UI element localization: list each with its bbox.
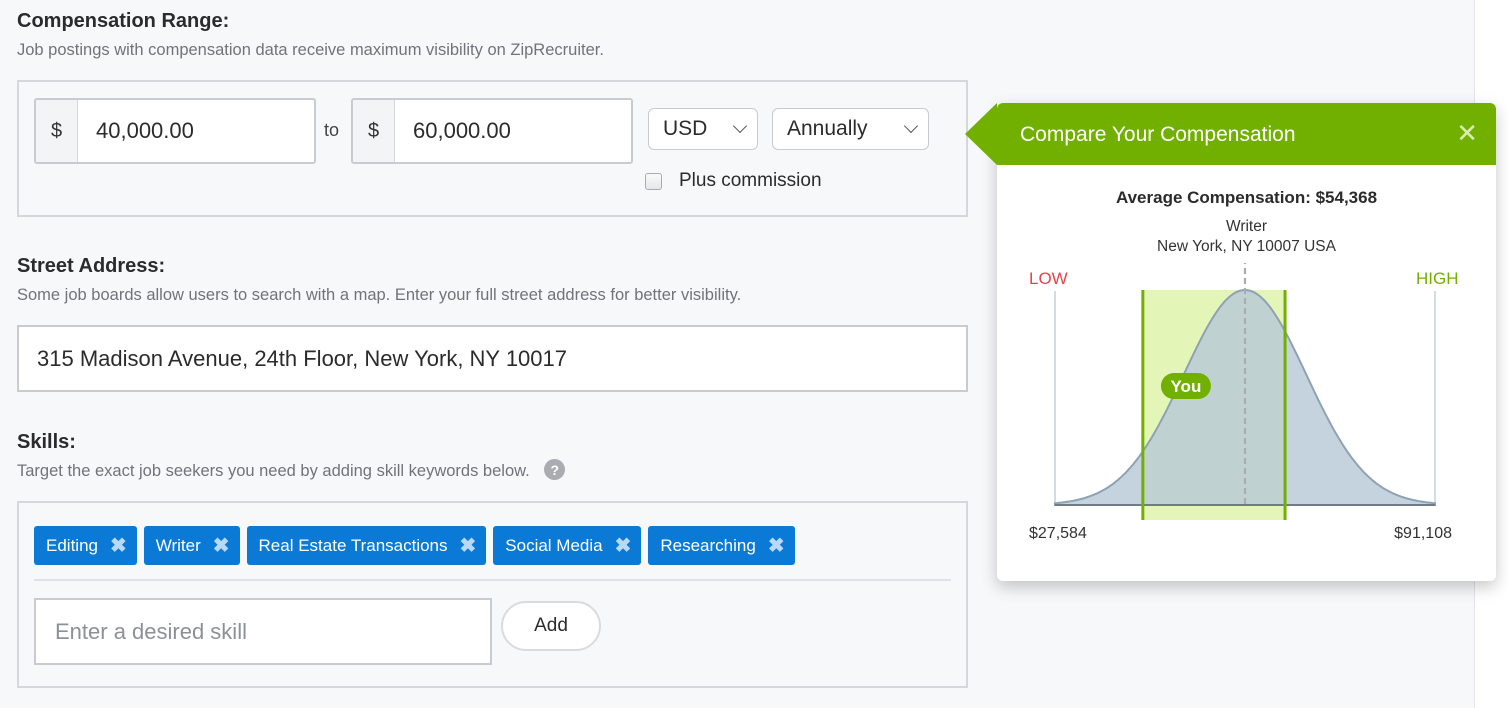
skill-tag-label: Real Estate Transactions [258,535,448,555]
currency-select[interactable]: USD [648,108,758,150]
max-salary-input[interactable] [395,100,631,162]
skills-title: Skills: [17,431,76,453]
remove-tag-icon[interactable]: ✖ [213,536,230,556]
job-title: Writer [1225,218,1268,235]
low-label: LOW [1029,269,1068,288]
skill-tag-label: Researching [660,535,756,555]
skills-panel: Editing ✖ Writer ✖ Real Estate Transactions ✖… [17,501,968,688]
chevron-down-icon [732,118,748,134]
skills-divider [34,579,951,581]
max-currency-prefix: $ [353,100,395,162]
question-circle-icon[interactable]: ? [544,459,566,480]
period-select[interactable]: Annually [772,108,929,150]
skill-tag-label: Social Media [505,535,603,555]
job-location: New York, NY 10007 USA [1157,238,1336,255]
min-salary-label: $27,584 [1029,525,1087,542]
skill-tags: Editing ✖ Writer ✖ Real Estate Transactions ✖… [34,526,795,565]
skills-help: Target the exact job seekers you need by… [17,461,530,480]
popover-title: Compare Your Compensation [1020,123,1296,146]
skill-tag: Writer ✖ [143,526,240,565]
skill-tag-label: Editing [46,535,98,555]
close-icon[interactable]: ✕ [1456,120,1478,146]
skill-tag: Real Estate Transactions ✖ [246,526,487,565]
popover-arrow [965,103,997,165]
remove-tag-icon[interactable]: ✖ [110,536,127,556]
compensation-help: Job postings with compensation data rece… [17,41,604,59]
remove-tag-icon[interactable]: ✖ [768,536,785,556]
min-salary-input[interactable] [78,100,314,162]
skill-tag: Social Media ✖ [493,526,642,565]
max-salary-group: $ [351,98,633,164]
min-salary-group: $ [34,98,316,164]
compensation-title: Compensation Range: [17,10,230,32]
remove-tag-icon[interactable]: ✖ [615,536,632,556]
chevron-down-icon [903,118,919,134]
currency-value: USD [663,117,708,140]
skill-tag: Editing ✖ [34,526,137,565]
skill-input[interactable]: Enter a desired skill [34,598,492,665]
average-compensation: Average Compensation: $54,368 [1115,188,1378,207]
you-label: You [1170,377,1201,396]
min-currency-prefix: $ [36,100,78,162]
street-address-input[interactable]: 315 Madison Avenue, 24th Floor, New York… [17,325,968,392]
skill-tag: Researching ✖ [648,526,795,565]
plus-commission-row: Plus commission [645,170,822,192]
popover-header: Compare Your Compensation ✕ [965,103,1496,165]
compare-compensation-popover: Compare Your Compensation ✕ Average Comp… [965,103,1496,581]
address-help: Some job boards allow users to search wi… [17,286,742,304]
plus-commission-checkbox[interactable] [645,172,662,190]
plus-commission-label[interactable]: Plus commission [679,170,822,192]
skill-tag-label: Writer [155,535,201,555]
skills-help-row: Target the exact job seekers you need by… [17,459,566,482]
address-title: Street Address: [17,255,166,277]
compensation-distribution-chart: You LOW HIGH $27,584 $91,108 [1029,263,1459,542]
compensation-panel: $ to $ USD Annually Plus commission [17,80,968,217]
max-salary-label: $91,108 [1394,525,1452,542]
high-label: HIGH [1416,269,1459,288]
add-skill-button[interactable]: Add [501,601,601,651]
to-label: to [324,120,340,140]
remove-tag-icon[interactable]: ✖ [460,536,477,556]
period-value: Annually [787,117,868,140]
